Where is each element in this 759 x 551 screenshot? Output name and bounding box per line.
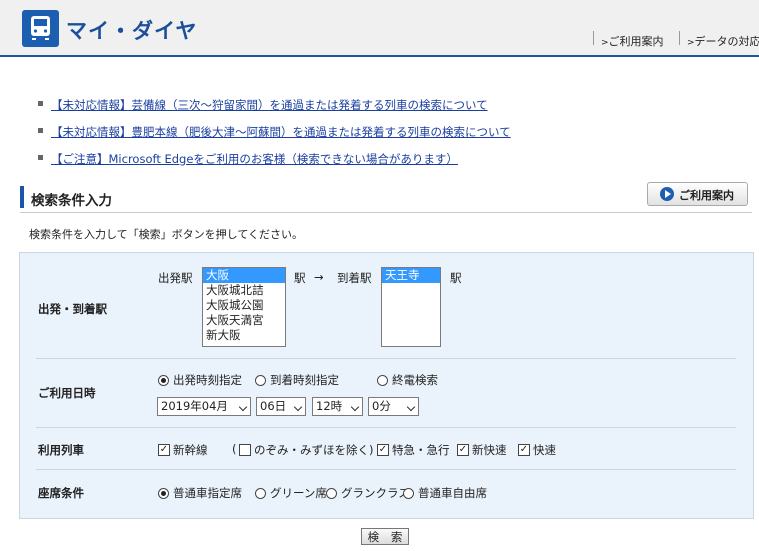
header-link-guide[interactable]: >ご利用案内 bbox=[601, 33, 664, 49]
header-divider bbox=[593, 31, 594, 45]
header-link-guide-label: ご利用案内 bbox=[608, 35, 664, 48]
checkbox-shinkaisoku-label: 新快速 bbox=[472, 443, 507, 457]
chevron-down-icon bbox=[350, 402, 360, 412]
header-link-data[interactable]: >データの対応 bbox=[687, 33, 759, 49]
radio-green-seat-label: グリーン席 bbox=[270, 486, 327, 500]
bullet-icon bbox=[38, 101, 43, 106]
checkbox-shinkansen[interactable]: ✓ bbox=[158, 444, 170, 456]
radio-departure-time[interactable] bbox=[158, 375, 169, 386]
section-title: 検索条件入力 bbox=[31, 193, 112, 209]
chevron-right-icon: > bbox=[601, 38, 609, 48]
checkbox-kaisoku-label: 快速 bbox=[533, 443, 556, 457]
section-divider bbox=[20, 212, 752, 213]
notice-link[interactable]: 【ご注意】Microsoft Edgeをご利用のお客様（検索できない場合がありま… bbox=[51, 151, 458, 167]
from-station-option[interactable]: 大阪城公園 bbox=[203, 298, 285, 313]
radio-arrival-time-label: 到着時刻指定 bbox=[270, 373, 339, 387]
arrow-right-icon: → bbox=[314, 270, 324, 284]
instruction-text: 検索条件を入力して「検索」ボタンを押してください。 bbox=[29, 228, 304, 241]
radio-last-train[interactable] bbox=[377, 375, 388, 386]
guide-button-label: ご利用案内 bbox=[679, 189, 734, 202]
chevron-down-icon bbox=[238, 402, 248, 412]
from-station-option[interactable]: 大阪天満宮 bbox=[203, 313, 285, 328]
chevron-down-icon bbox=[406, 402, 416, 412]
app-title: マイ・ダイヤ bbox=[66, 19, 198, 43]
to-station-label: 到着駅 bbox=[337, 271, 372, 285]
train-icon bbox=[22, 10, 59, 47]
radio-gran-class-label: グランクラス bbox=[341, 486, 410, 500]
notice-link[interactable]: 【未対応情報】豊肥本線（肥後大津～阿蘇間）を通過または発着する列車の検索について bbox=[51, 124, 511, 140]
datetime-row-label: ご利用日時 bbox=[38, 386, 96, 400]
checkbox-exclude-nozomi-label: のぞみ・みずほを除く) bbox=[254, 443, 374, 457]
chevron-down-icon bbox=[293, 402, 303, 412]
from-station-option[interactable]: 大阪 bbox=[203, 268, 285, 283]
play-circle-icon bbox=[660, 187, 674, 201]
header-bar: マイ・ダイヤ >ご利用案内 >データの対応 bbox=[0, 0, 759, 55]
header-link-data-label: データの対応 bbox=[694, 35, 759, 48]
checkbox-shinkaisoku[interactable]: ✓ bbox=[457, 444, 469, 456]
checkbox-kaisoku[interactable]: ✓ bbox=[518, 444, 530, 456]
radio-departure-time-label: 出発時刻指定 bbox=[173, 373, 242, 387]
to-station-suffix: 駅 bbox=[450, 271, 462, 285]
day-value: 06日 bbox=[260, 399, 287, 413]
from-station-listbox[interactable]: 大阪 大阪城北詰 大阪城公園 大阪天満宮 新大阪 bbox=[202, 267, 286, 347]
from-station-suffix: 駅 bbox=[294, 271, 306, 285]
checkbox-exclude-nozomi[interactable] bbox=[239, 444, 251, 456]
radio-unreserved-seat-label: 普通車自由席 bbox=[418, 486, 487, 500]
radio-unreserved-seat[interactable] bbox=[403, 488, 414, 499]
chevron-right-icon: > bbox=[687, 38, 695, 48]
row-divider bbox=[36, 469, 736, 470]
seat-row-label: 座席条件 bbox=[38, 486, 84, 500]
hour-select[interactable]: 12時 bbox=[312, 397, 363, 416]
station-row-label: 出発・到着駅 bbox=[38, 302, 107, 316]
day-select[interactable]: 06日 bbox=[256, 397, 306, 416]
notice-link[interactable]: 【未対応情報】芸備線（三次～狩留家間）を通過または発着する列車の検索について bbox=[51, 97, 488, 113]
from-station-option[interactable]: 新大阪 bbox=[203, 328, 285, 343]
minute-value: 0分 bbox=[372, 399, 391, 413]
search-button[interactable]: 検 索 bbox=[361, 528, 409, 545]
minute-select[interactable]: 0分 bbox=[368, 397, 419, 416]
bullet-icon bbox=[38, 128, 43, 133]
bullet-icon bbox=[38, 155, 43, 160]
radio-green-seat[interactable] bbox=[255, 488, 266, 499]
search-form-panel: 出発・到着駅 出発駅 大阪 大阪城北詰 大阪城公園 大阪天満宮 新大阪 駅 → … bbox=[19, 252, 754, 519]
section-accent-bar bbox=[20, 186, 24, 208]
guide-button[interactable]: ご利用案内 bbox=[647, 182, 748, 206]
from-station-label: 出発駅 bbox=[158, 271, 193, 285]
paren-open: ( bbox=[232, 442, 237, 456]
checkbox-shinkansen-label: 新幹線 bbox=[173, 443, 208, 457]
radio-reserved-seat[interactable] bbox=[158, 488, 169, 499]
year-month-select[interactable]: 2019年04月 bbox=[157, 397, 251, 416]
radio-gran-class[interactable] bbox=[326, 488, 337, 499]
checkbox-tokkyu-label: 特急・急行 bbox=[392, 443, 450, 457]
hour-value: 12時 bbox=[316, 399, 343, 413]
train-row-label: 利用列車 bbox=[38, 443, 84, 457]
radio-reserved-seat-label: 普通車指定席 bbox=[173, 486, 242, 500]
row-divider bbox=[36, 358, 736, 359]
year-month-value: 2019年04月 bbox=[161, 399, 228, 413]
radio-arrival-time[interactable] bbox=[255, 375, 266, 386]
header-divider bbox=[679, 31, 680, 45]
row-divider bbox=[36, 427, 736, 428]
checkbox-tokkyu[interactable]: ✓ bbox=[377, 444, 389, 456]
header-divider-line bbox=[0, 55, 759, 57]
radio-last-train-label: 終電検索 bbox=[392, 373, 438, 387]
from-station-option[interactable]: 大阪城北詰 bbox=[203, 283, 285, 298]
to-station-option[interactable]: 天王寺 bbox=[382, 268, 440, 283]
to-station-listbox[interactable]: 天王寺 bbox=[381, 267, 441, 347]
